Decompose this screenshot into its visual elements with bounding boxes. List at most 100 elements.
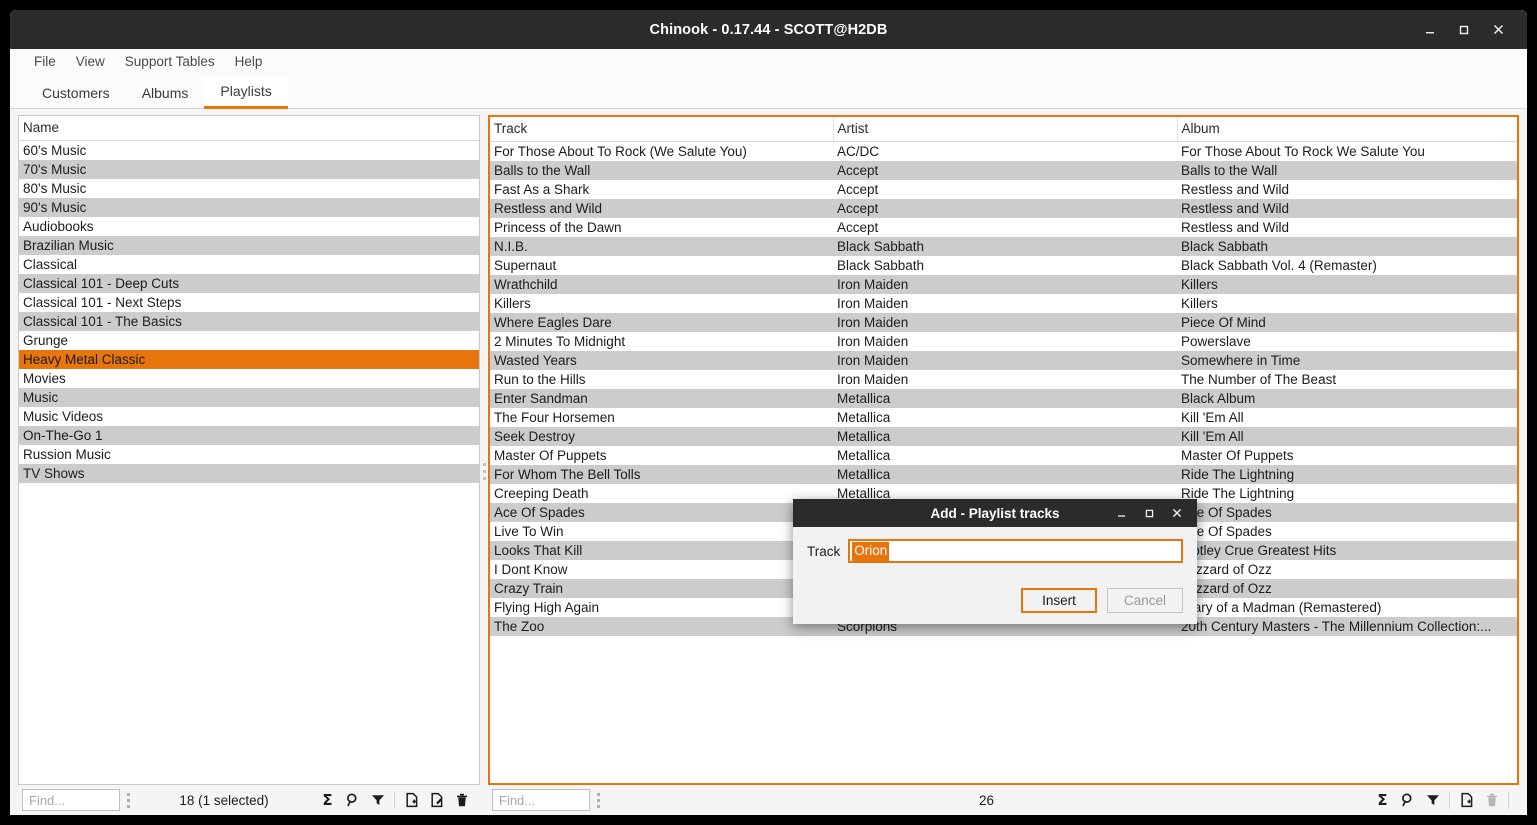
- table-row[interactable]: Music Videos: [19, 407, 479, 426]
- playlist-tracks-find-handle[interactable]: [593, 789, 603, 811]
- table-row[interactable]: Music: [19, 388, 479, 407]
- table-row[interactable]: WrathchildIron MaidenKillers: [490, 275, 1517, 294]
- sum-icon[interactable]: Σ: [1370, 788, 1395, 812]
- table-row[interactable]: N.I.B.Black SabbathBlack Sabbath: [490, 237, 1517, 256]
- delete-record-icon[interactable]: [449, 788, 474, 812]
- table-row[interactable]: Russion Music: [19, 445, 479, 464]
- column-header-artist[interactable]: Artist: [833, 117, 1177, 141]
- cancel-button[interactable]: Cancel: [1107, 588, 1183, 613]
- album-cell: Killers: [1177, 294, 1517, 313]
- table-row[interactable]: Classical 101 - Next Steps: [19, 293, 479, 312]
- table-row[interactable]: Wasted YearsIron MaidenSomewhere in Time: [490, 351, 1517, 370]
- panel-splitter[interactable]: [480, 115, 488, 815]
- window-title-bar[interactable]: Chinook - 0.17.44 - SCOTT@H2DB: [10, 10, 1527, 49]
- filter-icon[interactable]: [365, 788, 390, 812]
- maximize-icon[interactable]: [1447, 15, 1481, 45]
- artist-cell: Accept: [833, 161, 1177, 180]
- table-row[interactable]: 70's Music: [19, 160, 479, 179]
- close-icon[interactable]: [1481, 15, 1515, 45]
- add-record-icon[interactable]: [1454, 788, 1479, 812]
- track-cell: Enter Sandman: [490, 389, 833, 408]
- dialog-maximize-icon[interactable]: [1135, 501, 1163, 525]
- playlist-name-cell: On-The-Go 1: [19, 426, 479, 445]
- search-icon[interactable]: [1395, 788, 1420, 812]
- filter-icon[interactable]: [1420, 788, 1445, 812]
- table-row[interactable]: Classical 101 - Deep Cuts: [19, 274, 479, 293]
- playlists-find-handle[interactable]: [123, 789, 133, 811]
- table-row[interactable]: Restless and WildAcceptRestless and Wild: [490, 199, 1517, 218]
- table-row[interactable]: Heavy Metal Classic: [19, 350, 479, 369]
- table-row[interactable]: Seek DestroyMetallicaKill 'Em All: [490, 427, 1517, 446]
- table-row[interactable]: On-The-Go 1: [19, 426, 479, 445]
- table-row[interactable]: Balls to the WallAcceptBalls to the Wall: [490, 161, 1517, 180]
- artist-cell: Metallica: [833, 427, 1177, 446]
- table-row[interactable]: Run to the HillsIron MaidenThe Number of…: [490, 370, 1517, 389]
- table-row[interactable]: TV Shows: [19, 464, 479, 483]
- track-cell: Seek Destroy: [490, 427, 833, 446]
- table-row[interactable]: 90's Music: [19, 198, 479, 217]
- dialog-title-bar[interactable]: Add - Playlist tracks: [793, 499, 1197, 527]
- playlist-name-cell: 90's Music: [19, 198, 479, 217]
- add-record-icon[interactable]: [399, 788, 424, 812]
- track-cell: The Four Horsemen: [490, 408, 833, 427]
- edit-record-icon[interactable]: [424, 788, 449, 812]
- album-cell: Piece Of Mind: [1177, 313, 1517, 332]
- menu-item-support-tables[interactable]: Support Tables: [115, 52, 225, 71]
- table-row[interactable]: 2 Minutes To MidnightIron MaidenPowersla…: [490, 332, 1517, 351]
- tab-playlists[interactable]: Playlists: [204, 77, 287, 109]
- table-row[interactable]: 60's Music: [19, 140, 479, 160]
- tab-albums[interactable]: Albums: [126, 79, 205, 108]
- artist-cell: Black Sabbath: [833, 237, 1177, 256]
- track-field-row: Track Orion: [807, 539, 1183, 563]
- playlist-tracks-find-input[interactable]: [492, 789, 590, 811]
- track-cell: Balls to the Wall: [490, 161, 833, 180]
- insert-button[interactable]: Insert: [1021, 588, 1097, 613]
- table-row[interactable]: Classical 101 - The Basics: [19, 312, 479, 331]
- artist-cell: Iron Maiden: [833, 313, 1177, 332]
- dialog-close-icon[interactable]: [1163, 501, 1191, 525]
- menu-item-view[interactable]: View: [66, 52, 115, 71]
- playlist-tracks-panel: Track Artist Album For Those About To Ro…: [488, 115, 1519, 815]
- table-row[interactable]: SupernautBlack SabbathBlack Sabbath Vol.…: [490, 256, 1517, 275]
- table-row[interactable]: KillersIron MaidenKillers: [490, 294, 1517, 313]
- artist-cell: Iron Maiden: [833, 294, 1177, 313]
- table-row[interactable]: For Whom The Bell TollsMetallicaRide The…: [490, 465, 1517, 484]
- table-row[interactable]: For Those About To Rock (We Salute You)A…: [490, 141, 1517, 161]
- playlists-panel: Name 60's Music70's Music80's Music90's …: [18, 115, 480, 815]
- artist-cell: Accept: [833, 199, 1177, 218]
- tab-customers[interactable]: Customers: [26, 79, 126, 108]
- track-input[interactable]: Orion: [848, 539, 1183, 563]
- dialog-minimize-icon[interactable]: [1107, 501, 1135, 525]
- playlists-find-input[interactable]: [22, 789, 120, 811]
- splitter-handle[interactable]: [481, 463, 487, 480]
- playlist-tracks-grid[interactable]: Track Artist Album For Those About To Ro…: [488, 115, 1519, 785]
- album-cell: Somewhere in Time: [1177, 351, 1517, 370]
- playlists-grid[interactable]: Name 60's Music70's Music80's Music90's …: [18, 115, 480, 785]
- table-row[interactable]: Master Of PuppetsMetallicaMaster Of Pupp…: [490, 446, 1517, 465]
- track-cell: Fast As a Shark: [490, 180, 833, 199]
- table-row[interactable]: The Four HorsemenMetallicaKill 'Em All: [490, 408, 1517, 427]
- minimize-icon[interactable]: [1413, 15, 1447, 45]
- album-cell: Balls to the Wall: [1177, 161, 1517, 180]
- table-row[interactable]: Fast As a SharkAcceptRestless and Wild: [490, 180, 1517, 199]
- table-row[interactable]: Where Eagles DareIron MaidenPiece Of Min…: [490, 313, 1517, 332]
- menu-item-help[interactable]: Help: [225, 52, 273, 71]
- column-header-album[interactable]: Album: [1177, 117, 1517, 141]
- column-header-name[interactable]: Name: [19, 116, 479, 140]
- table-row[interactable]: Brazilian Music: [19, 236, 479, 255]
- playlist-name-cell: Classical 101 - Next Steps: [19, 293, 479, 312]
- table-row[interactable]: Princess of the DawnAcceptRestless and W…: [490, 218, 1517, 237]
- table-row[interactable]: Enter SandmanMetallicaBlack Album: [490, 389, 1517, 408]
- menu-item-file[interactable]: File: [26, 52, 66, 71]
- artist-cell: Iron Maiden: [833, 351, 1177, 370]
- playlist-name-cell: Music Videos: [19, 407, 479, 426]
- table-row[interactable]: 80's Music: [19, 179, 479, 198]
- column-header-track[interactable]: Track: [490, 117, 833, 141]
- sum-icon[interactable]: Σ: [315, 788, 340, 812]
- search-icon[interactable]: [340, 788, 365, 812]
- playlist-name-cell: 70's Music: [19, 160, 479, 179]
- table-row[interactable]: Grunge: [19, 331, 479, 350]
- table-row[interactable]: Classical: [19, 255, 479, 274]
- table-row[interactable]: Audiobooks: [19, 217, 479, 236]
- table-row[interactable]: Movies: [19, 369, 479, 388]
